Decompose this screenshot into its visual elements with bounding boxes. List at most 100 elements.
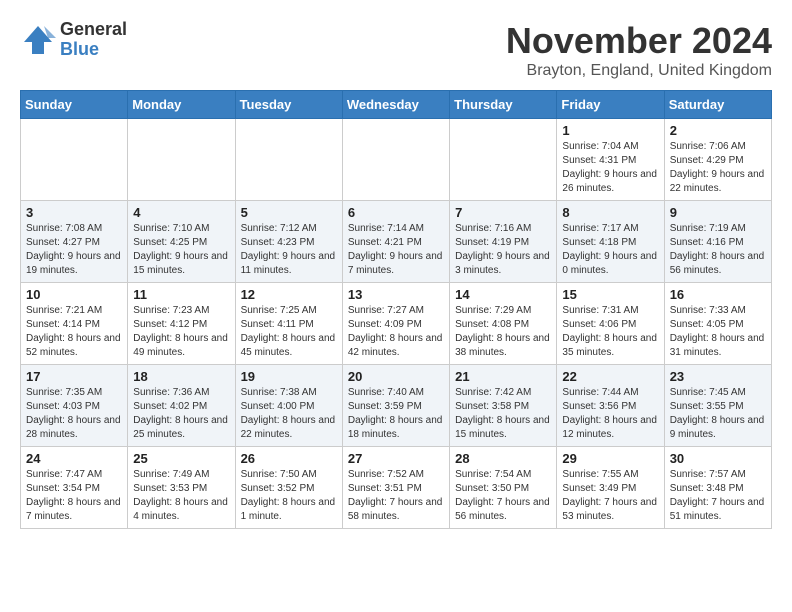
calendar-cell: 16 Sunrise: 7:33 AM Sunset: 4:05 PM Dayli…: [664, 283, 771, 365]
calendar-cell: 20 Sunrise: 7:40 AM Sunset: 3:59 PM Dayli…: [342, 365, 449, 447]
day-info: Sunrise: 7:38 AM Sunset: 4:00 PM Dayligh…: [241, 386, 337, 442]
day-number: 3: [26, 205, 122, 220]
calendar-cell: 6 Sunrise: 7:14 AM Sunset: 4:21 PM Daylig…: [342, 201, 449, 283]
day-info: Sunrise: 7:47 AM Sunset: 3:54 PM Dayligh…: [26, 468, 122, 524]
day-number: 1: [562, 123, 658, 138]
calendar-cell: 17 Sunrise: 7:35 AM Sunset: 4:03 PM Dayli…: [21, 365, 128, 447]
calendar-cell: [128, 119, 235, 201]
day-number: 18: [133, 369, 229, 384]
header-wednesday: Wednesday: [342, 91, 449, 119]
day-info: Sunrise: 7:35 AM Sunset: 4:03 PM Dayligh…: [26, 386, 122, 442]
logo-icon: [20, 22, 56, 58]
day-number: 12: [241, 287, 337, 302]
day-number: 16: [670, 287, 766, 302]
logo-general-text: General: [60, 20, 127, 40]
day-number: 4: [133, 205, 229, 220]
calendar-cell: [342, 119, 449, 201]
calendar-cell: 29Sunrise: 7:55 AM Sunset: 3:49 PM Dayli…: [557, 447, 664, 529]
week-row-4: 24 Sunrise: 7:47 AM Sunset: 3:54 PM Dayli…: [21, 447, 772, 529]
calendar-cell: 4 Sunrise: 7:10 AM Sunset: 4:25 PM Daylig…: [128, 201, 235, 283]
calendar-cell: 25 Sunrise: 7:49 AM Sunset: 3:53 PM Dayli…: [128, 447, 235, 529]
calendar-cell: 15Sunrise: 7:31 AM Sunset: 4:06 PM Dayli…: [557, 283, 664, 365]
day-number: 2: [670, 123, 766, 138]
day-info: Sunrise: 7:27 AM Sunset: 4:09 PM Dayligh…: [348, 304, 444, 360]
header-tuesday: Tuesday: [235, 91, 342, 119]
header-monday: Monday: [128, 91, 235, 119]
calendar-cell: 21 Sunrise: 7:42 AM Sunset: 3:58 PM Dayli…: [450, 365, 557, 447]
calendar-cell: 19 Sunrise: 7:38 AM Sunset: 4:00 PM Dayli…: [235, 365, 342, 447]
day-number: 7: [455, 205, 551, 220]
logo-blue-text: Blue: [60, 40, 127, 60]
calendar-table: SundayMondayTuesdayWednesdayThursdayFrid…: [20, 90, 772, 529]
day-number: 19: [241, 369, 337, 384]
day-number: 23: [670, 369, 766, 384]
day-info: Sunrise: 7:45 AM Sunset: 3:55 PM Dayligh…: [670, 386, 766, 442]
calendar-body: 1 Sunrise: 7:04 AM Sunset: 4:31 PM Daylig…: [21, 119, 772, 529]
calendar-cell: 28 Sunrise: 7:54 AM Sunset: 3:50 PM Dayli…: [450, 447, 557, 529]
calendar-cell: 5Sunrise: 7:12 AM Sunset: 4:23 PM Daylig…: [235, 201, 342, 283]
calendar-cell: 12 Sunrise: 7:25 AM Sunset: 4:11 PM Dayli…: [235, 283, 342, 365]
day-number: 17: [26, 369, 122, 384]
day-number: 6: [348, 205, 444, 220]
day-info: Sunrise: 7:42 AM Sunset: 3:58 PM Dayligh…: [455, 386, 551, 442]
day-number: 21: [455, 369, 551, 384]
calendar-cell: 22 Sunrise: 7:44 AM Sunset: 3:56 PM Dayli…: [557, 365, 664, 447]
day-number: 22: [562, 369, 658, 384]
day-info: Sunrise: 7:52 AM Sunset: 3:51 PM Dayligh…: [348, 468, 444, 524]
calendar-cell: 24 Sunrise: 7:47 AM Sunset: 3:54 PM Dayli…: [21, 447, 128, 529]
calendar-cell: 7 Sunrise: 7:16 AM Sunset: 4:19 PM Daylig…: [450, 201, 557, 283]
location: Brayton, England, United Kingdom: [506, 62, 772, 80]
calendar-cell: 18 Sunrise: 7:36 AM Sunset: 4:02 PM Dayli…: [128, 365, 235, 447]
day-number: 26: [241, 451, 337, 466]
day-number: 11: [133, 287, 229, 302]
day-info: Sunrise: 7:25 AM Sunset: 4:11 PM Dayligh…: [241, 304, 337, 360]
day-number: 9: [670, 205, 766, 220]
calendar-cell: 14 Sunrise: 7:29 AM Sunset: 4:08 PM Dayli…: [450, 283, 557, 365]
calendar-cell: 11 Sunrise: 7:23 AM Sunset: 4:12 PM Dayli…: [128, 283, 235, 365]
day-number: 24: [26, 451, 122, 466]
day-info: Sunrise: 7:14 AM Sunset: 4:21 PM Dayligh…: [348, 222, 444, 278]
calendar-cell: 8Sunrise: 7:17 AM Sunset: 4:18 PM Daylig…: [557, 201, 664, 283]
day-info: Sunrise: 7:29 AM Sunset: 4:08 PM Dayligh…: [455, 304, 551, 360]
header-saturday: Saturday: [664, 91, 771, 119]
day-info: Sunrise: 7:19 AM Sunset: 4:16 PM Dayligh…: [670, 222, 766, 278]
calendar-cell: 9 Sunrise: 7:19 AM Sunset: 4:16 PM Daylig…: [664, 201, 771, 283]
day-number: 30: [670, 451, 766, 466]
day-info: Sunrise: 7:10 AM Sunset: 4:25 PM Dayligh…: [133, 222, 229, 278]
day-info: Sunrise: 7:16 AM Sunset: 4:19 PM Dayligh…: [455, 222, 551, 278]
day-info: Sunrise: 7:12 AM Sunset: 4:23 PM Dayligh…: [241, 222, 337, 278]
day-info: Sunrise: 7:54 AM Sunset: 3:50 PM Dayligh…: [455, 468, 551, 524]
day-number: 25: [133, 451, 229, 466]
header-row: SundayMondayTuesdayWednesdayThursdayFrid…: [21, 91, 772, 119]
day-info: Sunrise: 7:57 AM Sunset: 3:48 PM Dayligh…: [670, 468, 766, 524]
day-number: 10: [26, 287, 122, 302]
day-info: Sunrise: 7:50 AM Sunset: 3:52 PM Dayligh…: [241, 468, 337, 524]
day-number: 20: [348, 369, 444, 384]
header-sunday: Sunday: [21, 91, 128, 119]
day-info: Sunrise: 7:44 AM Sunset: 3:56 PM Dayligh…: [562, 386, 658, 442]
calendar-cell: 23 Sunrise: 7:45 AM Sunset: 3:55 PM Dayli…: [664, 365, 771, 447]
calendar-cell: 27Sunrise: 7:52 AM Sunset: 3:51 PM Dayli…: [342, 447, 449, 529]
calendar-cell: 26 Sunrise: 7:50 AM Sunset: 3:52 PM Dayli…: [235, 447, 342, 529]
day-number: 15: [562, 287, 658, 302]
month-title: November 2024: [506, 20, 772, 62]
calendar-header: SundayMondayTuesdayWednesdayThursdayFrid…: [21, 91, 772, 119]
day-number: 13: [348, 287, 444, 302]
calendar-cell: 13 Sunrise: 7:27 AM Sunset: 4:09 PM Dayli…: [342, 283, 449, 365]
day-info: Sunrise: 7:17 AM Sunset: 4:18 PM Dayligh…: [562, 222, 658, 278]
day-info: Sunrise: 7:33 AM Sunset: 4:05 PM Dayligh…: [670, 304, 766, 360]
week-row-1: 3Sunrise: 7:08 AM Sunset: 4:27 PM Daylig…: [21, 201, 772, 283]
page-header: General Blue November 2024 Brayton, Engl…: [20, 20, 772, 80]
day-info: Sunrise: 7:40 AM Sunset: 3:59 PM Dayligh…: [348, 386, 444, 442]
calendar-cell: [21, 119, 128, 201]
calendar-cell: 10Sunrise: 7:21 AM Sunset: 4:14 PM Dayli…: [21, 283, 128, 365]
day-info: Sunrise: 7:36 AM Sunset: 4:02 PM Dayligh…: [133, 386, 229, 442]
day-info: Sunrise: 7:23 AM Sunset: 4:12 PM Dayligh…: [133, 304, 229, 360]
week-row-3: 17 Sunrise: 7:35 AM Sunset: 4:03 PM Dayli…: [21, 365, 772, 447]
day-number: 28: [455, 451, 551, 466]
logo: General Blue: [20, 20, 127, 60]
day-info: Sunrise: 7:04 AM Sunset: 4:31 PM Dayligh…: [562, 140, 658, 196]
day-number: 14: [455, 287, 551, 302]
day-info: Sunrise: 7:49 AM Sunset: 3:53 PM Dayligh…: [133, 468, 229, 524]
day-number: 29: [562, 451, 658, 466]
